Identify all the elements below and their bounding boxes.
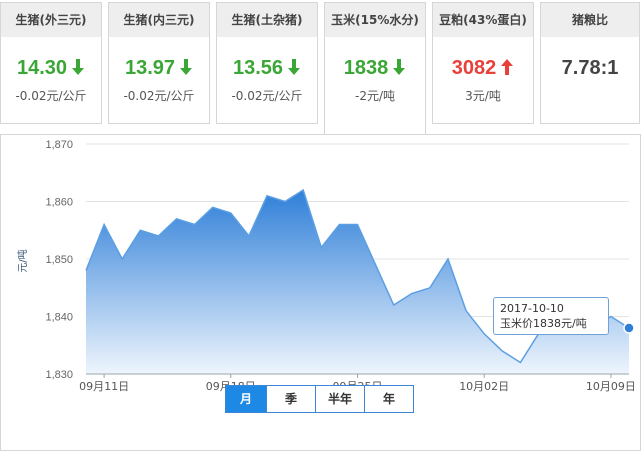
card-value: 3082 xyxy=(451,57,497,79)
data-point xyxy=(156,234,160,238)
data-point xyxy=(319,246,323,250)
data-point xyxy=(102,223,106,227)
card-change: -2元/吨 xyxy=(354,89,395,103)
card-change: 3元/吨 xyxy=(465,89,501,103)
card-title: 生猪(土杂猪) xyxy=(217,3,317,37)
data-point xyxy=(138,228,142,232)
data-point xyxy=(464,309,468,313)
card-title: 猪粮比 xyxy=(541,3,639,37)
data-point xyxy=(193,223,197,227)
data-point xyxy=(84,269,88,273)
axes xyxy=(86,373,629,378)
card-value: 1838 xyxy=(343,57,389,79)
card-soymeal[interactable]: 豆粕(43%蛋白) 3082 3元/吨 xyxy=(432,2,534,124)
tooltip-text: 玉米价1838元/吨 xyxy=(500,317,587,330)
card-change: -0.02元/公斤 xyxy=(231,89,303,103)
arrow-down-icon xyxy=(180,59,193,75)
card-corn[interactable]: 玉米(15%水分) 1838 -2元/吨 xyxy=(324,2,426,134)
price-cards: 生猪(外三元) 14.30 -0.02元/公斤 生猪(内三元) 13.97 -0… xyxy=(0,0,642,134)
y-tick-label: 1,870 xyxy=(45,139,73,151)
arrow-down-icon xyxy=(288,59,301,75)
data-point xyxy=(500,349,504,353)
x-tick-label: 10月09日 xyxy=(586,380,636,393)
x-tick-label: 10月02日 xyxy=(459,380,509,393)
highlight-point xyxy=(623,322,635,334)
card-value: 14.30 xyxy=(16,57,68,79)
y-tick-label: 1,850 xyxy=(45,254,73,266)
card-change: -0.02元/公斤 xyxy=(123,89,195,103)
data-point xyxy=(229,211,233,215)
series-area xyxy=(84,188,635,374)
data-point xyxy=(120,257,124,261)
card-title: 玉米(15%水分) xyxy=(325,3,425,37)
data-point xyxy=(428,286,432,290)
arrow-down-icon xyxy=(72,59,85,75)
arrow-up-icon xyxy=(501,59,514,75)
x-tick-label: 09月11日 xyxy=(79,380,129,393)
data-point xyxy=(247,234,251,238)
data-point xyxy=(392,303,396,307)
card-value-row: 13.56 xyxy=(217,55,317,81)
y-tick-label: 1,830 xyxy=(45,369,73,381)
card-value: 13.97 xyxy=(124,57,176,79)
data-point xyxy=(265,194,269,198)
card-change: -0.02元/公斤 xyxy=(15,89,87,103)
data-point xyxy=(518,361,522,365)
data-point xyxy=(301,188,305,192)
card-value-row: 1838 xyxy=(325,55,425,81)
arrow-down-icon xyxy=(393,59,406,75)
area-fill xyxy=(86,190,629,374)
card-value-row: 13.97 xyxy=(109,55,209,81)
y-tick-label: 1,840 xyxy=(45,312,73,324)
card-value-row: 3082 xyxy=(433,55,533,81)
y-tick-label: 1,860 xyxy=(45,197,73,209)
chart-tooltip: 2017-10-10 玉米价1838元/吨 xyxy=(493,297,609,335)
y-axis-label: 元/吨 xyxy=(16,249,29,272)
card-title: 生猪(外三元) xyxy=(1,3,101,37)
data-point xyxy=(175,217,179,221)
card-title: 豆粕(43%蛋白) xyxy=(433,3,533,37)
tooltip-date: 2017-10-10 xyxy=(500,302,564,315)
data-point xyxy=(337,223,341,227)
card-pig-grain-ratio[interactable]: 猪粮比 7.78:1 xyxy=(540,2,640,124)
data-point xyxy=(609,315,613,319)
data-point xyxy=(356,223,360,227)
card-value-row: 7.78:1 xyxy=(541,55,639,81)
card-title: 生猪(内三元) xyxy=(109,3,209,37)
range-year-button[interactable]: 年 xyxy=(364,385,414,413)
card-value: 13.56 xyxy=(232,57,284,79)
data-point xyxy=(374,263,378,267)
range-month-button[interactable]: 月 xyxy=(225,385,267,413)
data-point xyxy=(446,257,450,261)
range-selector: 月 季 半年 年 xyxy=(225,385,414,413)
range-quarter-button[interactable]: 季 xyxy=(266,385,316,413)
range-half-year-button[interactable]: 半年 xyxy=(315,385,365,413)
card-pig-local[interactable]: 生猪(土杂猪) 13.56 -0.02元/公斤 xyxy=(216,2,318,124)
card-pig-outer-three[interactable]: 生猪(外三元) 14.30 -0.02元/公斤 xyxy=(0,2,102,124)
data-point xyxy=(482,332,486,336)
card-value: 7.78:1 xyxy=(561,57,619,79)
data-point xyxy=(211,205,215,209)
data-point xyxy=(283,200,287,204)
card-pig-inner-three[interactable]: 生猪(内三元) 13.97 -0.02元/公斤 xyxy=(108,2,210,124)
data-point xyxy=(410,292,414,296)
card-value-row: 14.30 xyxy=(1,55,101,81)
